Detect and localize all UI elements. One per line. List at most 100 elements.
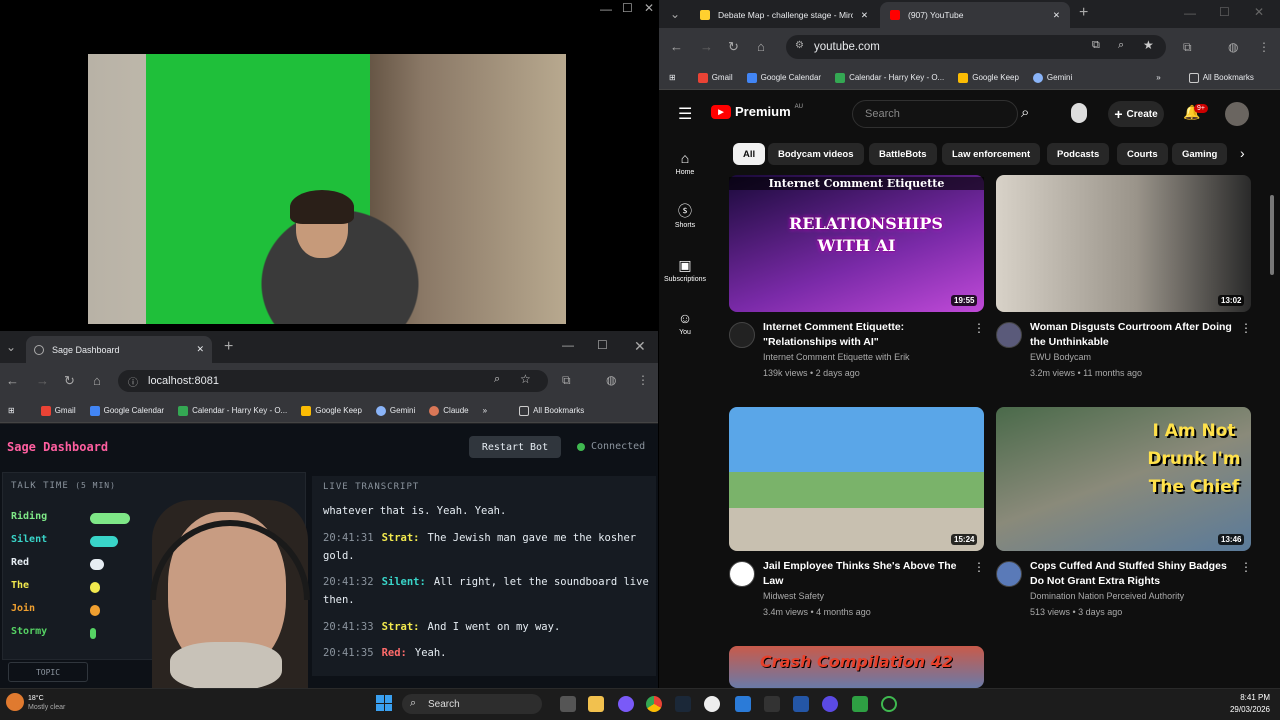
chip-law-enforcement[interactable]: Law enforcement [942,143,1041,165]
chip-all[interactable]: All [733,143,766,165]
tab-sage-dashboard[interactable]: Sage Dashboard ✕ [26,336,212,363]
tab-close-icon[interactable]: ✕ [196,344,204,355]
video-thumbnail[interactable] [996,175,1251,312]
extensions-icon[interactable]: ⧉ [562,373,571,388]
channel-avatar[interactable] [729,561,755,587]
forward-icon[interactable]: → [700,39,713,54]
channel-name[interactable]: Internet Comment Etiquette with Erik [763,352,910,362]
install-icon[interactable]: ⧉ [1092,39,1100,52]
zoom-icon[interactable]: ⌕ [1118,39,1124,52]
file-explorer-icon[interactable] [588,696,604,712]
app-icon[interactable] [822,696,838,712]
more-bookmarks-icon[interactable]: » [483,406,487,415]
notepad-icon[interactable] [735,696,751,712]
home-icon[interactable]: ⌂ [757,39,765,54]
apps-icon[interactable]: ⊞ [8,406,15,415]
video-title[interactable]: Woman Disgusts Courtroom After Doing the… [1030,320,1235,350]
discord-icon[interactable] [618,696,634,712]
address-bar[interactable]: ⚙ youtube.com ⧉ ⌕ ★ [786,35,1166,59]
yt-close-icon[interactable]: ✕ [1254,5,1264,19]
yt-minimize-icon[interactable]: — [1184,6,1196,20]
more-options-icon[interactable]: ⋮ [1240,321,1252,335]
bookmark-star-icon[interactable]: ☆ [520,372,531,386]
tab-youtube[interactable]: (907) YouTube ✕ [880,2,1070,28]
bookmark-calendar-harry[interactable]: Calendar - Harry Key - O... [835,72,944,83]
hamburger-menu-icon[interactable]: ☰ [678,104,692,124]
zoom-icon[interactable]: ⌕ [494,373,500,386]
sage-close-icon[interactable]: ✕ [634,338,646,355]
bookmark-calendar-harry[interactable]: Calendar - Harry Key - O... [178,405,287,416]
back-icon[interactable]: ← [6,373,19,388]
app-icon[interactable] [704,696,720,712]
tab-close-icon[interactable]: ✕ [861,10,868,21]
tab-search-icon[interactable]: ⌄ [670,7,680,21]
youtube-logo[interactable]: ▶ Premium AU [711,104,803,119]
bookmark-gmail[interactable]: Gmail [697,72,733,83]
channel-avatar[interactable] [996,561,1022,587]
chip-courts[interactable]: Courts [1117,143,1168,165]
more-bookmarks-icon[interactable]: » [1156,73,1160,82]
tab-debate-map[interactable]: Debate Map - challenge stage - Miro ✕ [690,2,878,28]
channel-name[interactable]: Midwest Safety [763,591,824,601]
reload-icon[interactable]: ↻ [728,39,739,55]
sidebar-item-subscriptions[interactable]: ▣ Subscriptions [662,257,708,283]
chip-battlebots[interactable]: BattleBots [869,143,937,165]
more-options-icon[interactable]: ⋮ [1240,560,1252,574]
chrome-icon[interactable] [646,696,662,712]
tab-close-icon[interactable]: ✕ [1053,10,1060,21]
channel-name[interactable]: EWU Bodycam [1030,352,1091,362]
sidebar-item-you[interactable]: ☺ You [662,310,708,336]
app-icon[interactable] [852,696,868,712]
channel-avatar[interactable] [729,322,755,348]
bookmark-gemini[interactable]: Gemini [1032,72,1072,83]
new-tab-icon[interactable]: + [224,338,233,356]
steam-icon[interactable] [675,696,691,712]
menu-icon[interactable]: ⋮ [1258,40,1270,54]
search-input[interactable]: Search [852,100,1018,128]
restart-bot-button[interactable]: Restart Bot [469,436,561,458]
sage-minimize-icon[interactable]: — [562,338,574,352]
sidebar-item-home[interactable]: ⌂ Home [662,150,708,176]
microphone-icon[interactable] [1071,103,1087,123]
bookmark-google-keep[interactable]: Google Keep [958,72,1019,83]
avatar[interactable] [1225,102,1249,126]
bookmark-gemini[interactable]: Gemini [375,405,415,416]
close-icon[interactable]: ✕ [644,1,654,15]
all-bookmarks[interactable]: All Bookmarks [519,405,584,416]
taskbar-search[interactable]: ⌕ Search [402,694,542,714]
site-settings-icon[interactable]: ⚙ [795,40,804,51]
start-icon[interactable] [376,695,392,711]
create-button[interactable]: + Create [1108,101,1164,127]
weather-widget[interactable]: 18°C Mostly clear [28,694,65,712]
terminal-icon[interactable] [764,696,780,712]
task-view-icon[interactable] [560,696,576,712]
sage-maximize-icon[interactable]: ☐ [597,338,608,352]
reload-icon[interactable]: ↻ [64,373,75,389]
profile-icon[interactable]: ◍ [606,373,616,387]
bookmark-claude[interactable]: Claude [429,405,469,416]
profile-icon[interactable]: ◍ [1228,40,1238,54]
channel-avatar[interactable] [996,322,1022,348]
chip-bodycam-videos[interactable]: Bodycam videos [768,143,864,165]
forward-icon[interactable]: → [36,373,49,388]
all-bookmarks[interactable]: All Bookmarks [1188,72,1254,83]
video-thumbnail[interactable] [729,407,984,551]
chevron-right-icon[interactable]: › [1240,145,1245,161]
yt-maximize-icon[interactable]: ☐ [1219,5,1230,19]
chip-podcasts[interactable]: Podcasts [1047,143,1110,165]
bookmark-google-calendar[interactable]: Google Calendar [89,405,164,416]
info-icon[interactable]: ⓘ [128,374,138,389]
tab-search-icon[interactable]: ⌄ [6,340,16,354]
bookmark-google-calendar[interactable]: Google Calendar [746,72,821,83]
scrollbar[interactable] [1270,195,1274,275]
menu-icon[interactable]: ⋮ [637,373,649,387]
apps-icon[interactable]: ⊞ [669,73,676,82]
bookmark-google-keep[interactable]: Google Keep [301,405,362,416]
video-title[interactable]: Jail Employee Thinks She's Above The Law [763,559,968,589]
more-options-icon[interactable]: ⋮ [973,560,985,574]
more-options-icon[interactable]: ⋮ [973,321,985,335]
channel-name[interactable]: Domination Nation Perceived Authority [1030,591,1184,601]
video-title[interactable]: Internet Comment Etiquette: "Relationshi… [763,320,968,350]
bookmark-gmail[interactable]: Gmail [40,405,76,416]
home-icon[interactable]: ⌂ [93,373,101,388]
